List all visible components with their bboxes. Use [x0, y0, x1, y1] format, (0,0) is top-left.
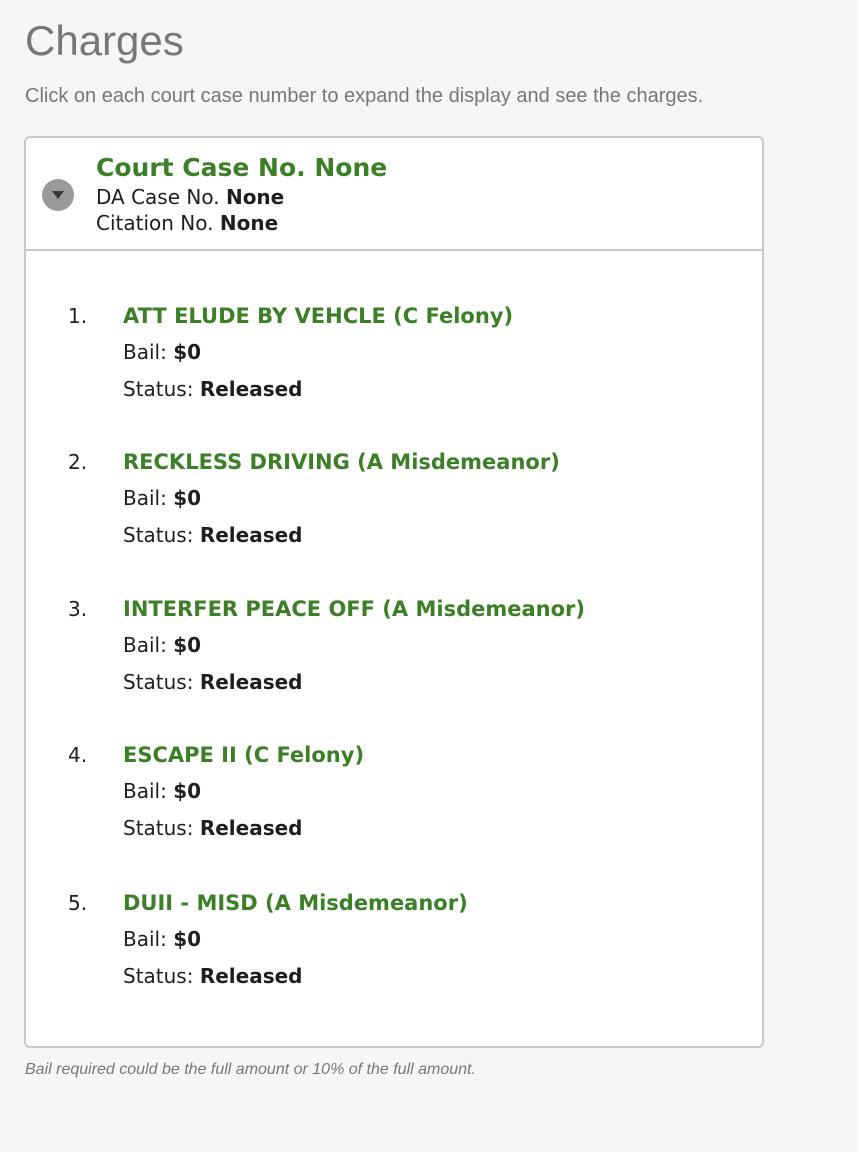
- charge-name: RECKLESS DRIVING (A Misdemeanor): [123, 450, 560, 474]
- citation-line: Citation No. None: [96, 210, 278, 236]
- status-row: Status: Released: [123, 668, 303, 696]
- status-row: Status: Released: [123, 814, 303, 842]
- charge-name: DUII - MISD (A Misdemeanor): [123, 891, 468, 915]
- status-label: Status:: [123, 816, 194, 840]
- status-value: Released: [199, 377, 303, 401]
- da-case-value: None: [225, 185, 285, 209]
- bail-label: Bail:: [123, 340, 167, 364]
- page-title: Charges: [25, 17, 184, 64]
- bail-label: Bail:: [123, 633, 167, 657]
- citation-label: Citation No.: [96, 211, 214, 235]
- charge-item: 1. ATT ELUDE BY VEHCLE (C Felony) Bail: …: [26, 302, 726, 412]
- charge-item: 3. INTERFER PEACE OFF (A Misdemeanor) Ba…: [26, 595, 726, 705]
- court-case-number[interactable]: Court Case No. None: [96, 152, 387, 184]
- citation-value: None: [219, 211, 279, 235]
- bail-row: Bail: $0: [123, 777, 201, 805]
- bail-value: $0: [173, 486, 202, 510]
- charge-name: INTERFER PEACE OFF (A Misdemeanor): [123, 597, 585, 621]
- bail-value: $0: [173, 340, 202, 364]
- bail-label: Bail:: [123, 779, 167, 803]
- charge-number: 4.: [68, 743, 88, 767]
- charge-item: 2. RECKLESS DRIVING (A Misdemeanor) Bail…: [26, 448, 726, 558]
- status-value: Released: [199, 670, 303, 694]
- court-case-panel: Court Case No. None DA Case No. None Cit…: [24, 136, 764, 1048]
- status-label: Status:: [123, 523, 194, 547]
- charge-item: 5. DUII - MISD (A Misdemeanor) Bail: $0 …: [26, 889, 726, 999]
- charge-item: 4. ESCAPE II (C Felony) Bail: $0 Status:…: [26, 741, 726, 851]
- bail-value: $0: [173, 779, 202, 803]
- status-row: Status: Released: [123, 521, 303, 549]
- status-row: Status: Released: [123, 375, 303, 403]
- chevron-down-icon[interactable]: [42, 179, 74, 211]
- charge-number: 2.: [68, 450, 88, 474]
- bail-label: Bail:: [123, 927, 167, 951]
- intro-text: Click on each court case number to expan…: [25, 85, 704, 107]
- bail-row: Bail: $0: [123, 631, 201, 659]
- bail-row: Bail: $0: [123, 338, 201, 366]
- bail-row: Bail: $0: [123, 484, 201, 512]
- status-value: Released: [199, 523, 303, 547]
- status-value: Released: [199, 964, 303, 988]
- bail-value: $0: [173, 927, 202, 951]
- bail-value: $0: [173, 633, 202, 657]
- court-case-header[interactable]: Court Case No. None DA Case No. None Cit…: [26, 138, 762, 251]
- bail-row: Bail: $0: [123, 925, 201, 953]
- status-label: Status:: [123, 670, 194, 694]
- charge-name: ESCAPE II (C Felony): [123, 743, 365, 767]
- status-label: Status:: [123, 377, 194, 401]
- status-row: Status: Released: [123, 962, 303, 990]
- charge-name: ATT ELUDE BY VEHCLE (C Felony): [123, 304, 514, 328]
- da-case-line: DA Case No. None: [96, 184, 284, 210]
- charge-number: 5.: [68, 891, 88, 915]
- status-value: Released: [199, 816, 303, 840]
- da-case-label: DA Case No.: [96, 185, 220, 209]
- charge-number: 3.: [68, 597, 88, 621]
- charge-number: 1.: [68, 304, 88, 328]
- bail-label: Bail:: [123, 486, 167, 510]
- bail-footnote: Bail required could be the full amount o…: [25, 1061, 476, 1078]
- status-label: Status:: [123, 964, 194, 988]
